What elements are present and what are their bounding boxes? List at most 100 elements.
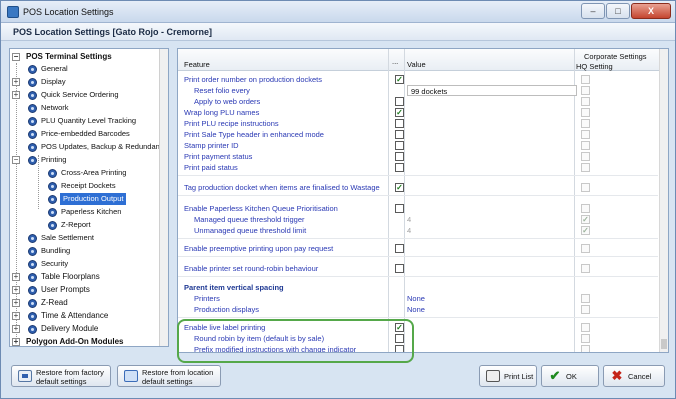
feature-label: Wrap long PLU names [184, 108, 260, 117]
grid-row: Print paid status [178, 162, 658, 173]
reset-folio-value-field[interactable]: 99 dockets [407, 85, 577, 96]
hq-setting-checkbox [581, 294, 590, 303]
gear-icon [48, 181, 57, 191]
grid-row: Enable Paperless Kitchen Queue Prioritis… [178, 203, 658, 214]
feature-label: Stamp printer ID [184, 141, 239, 150]
feature-label: Parent item vertical spacing [184, 283, 284, 292]
gear-icon [28, 129, 37, 139]
gear-icon [48, 168, 57, 178]
gear-icon [28, 77, 37, 87]
row-separator [178, 256, 658, 257]
pos-location-settings-window: POS Location Settings – □ X POS Location… [0, 0, 676, 399]
row-separator [178, 175, 658, 176]
checkmark-icon: ✔ [549, 368, 561, 383]
unmanaged-queue-threshold-value: 4 [407, 226, 412, 235]
cancel-button[interactable]: ✖ Cancel [603, 365, 665, 387]
gear-icon [28, 246, 37, 256]
feature-checkbox[interactable]: ✓ [395, 108, 404, 117]
button-label: Restore from factory default settings [36, 368, 104, 386]
feature-checkbox[interactable] [395, 244, 404, 253]
button-label: OK [566, 372, 577, 381]
grid-scrollbar[interactable] [659, 49, 668, 352]
feature-checkbox[interactable] [395, 141, 404, 150]
feature-label: Print paid status [184, 163, 238, 172]
hq-setting-checkbox [581, 75, 590, 84]
hq-setting-checkbox [581, 130, 590, 139]
print-list-button[interactable]: Print List [479, 365, 537, 387]
restore-location-icon [124, 370, 138, 382]
restore-location-defaults-button[interactable]: Restore from location default settings [117, 365, 221, 387]
expand-icon[interactable]: + [12, 338, 20, 346]
feature-checkbox[interactable] [395, 97, 404, 106]
button-label: Print List [504, 372, 534, 381]
collapse-icon[interactable]: − [12, 53, 20, 61]
maximize-button[interactable]: □ [606, 3, 630, 19]
page-title: POS Location Settings [Gato Rojo - Cremo… [13, 27, 213, 37]
grid-header: Feature ... Value Corporate Settings HQ … [178, 49, 668, 71]
collapse-icon[interactable]: − [12, 156, 20, 164]
hq-setting-checkbox [581, 305, 590, 314]
settings-tree[interactable]: − POS Terminal Settings General + Displa… [9, 48, 169, 347]
app-icon [7, 6, 19, 18]
feature-checkbox[interactable] [395, 130, 404, 139]
printer-icon [486, 370, 500, 382]
feature-label: Production displays [194, 305, 260, 314]
scroll-thumb[interactable] [661, 339, 667, 349]
expand-icon[interactable]: + [12, 286, 20, 294]
feature-label: Apply to web orders [194, 97, 261, 106]
button-label: Cancel [628, 372, 652, 381]
printers-value[interactable]: None [407, 293, 425, 304]
feature-label: Printers [194, 294, 220, 303]
production-displays-value[interactable]: None [407, 304, 425, 315]
gear-icon [28, 116, 37, 126]
grid-row: Parent item vertical spacing [178, 282, 658, 293]
gear-icon [28, 155, 37, 165]
gear-icon [28, 233, 37, 243]
feature-checkbox[interactable]: ✓ [395, 75, 404, 84]
feature-label: Print PLU recipe instructions [184, 119, 279, 128]
expand-icon[interactable]: + [12, 273, 20, 281]
close-button[interactable]: X [631, 3, 671, 19]
hq-setting-checkbox [581, 97, 590, 106]
ok-button[interactable]: ✔ OK [541, 365, 599, 387]
gear-icon [28, 142, 37, 152]
minimize-button[interactable]: – [581, 3, 605, 19]
feature-checkbox[interactable] [395, 152, 404, 161]
feature-checkbox[interactable] [395, 163, 404, 172]
feature-label: Unmanaged queue threshold limit [194, 226, 307, 235]
expand-icon[interactable]: + [12, 78, 20, 86]
expand-icon[interactable]: + [12, 325, 20, 333]
grid-row: Apply to web orders [178, 96, 658, 107]
feature-label: Tag production docket when items are fin… [184, 183, 380, 192]
hq-setting-checkbox [581, 108, 590, 117]
hq-setting-checkbox [581, 334, 590, 343]
grid-row: Unmanaged queue threshold limit 4 ✓ [178, 225, 658, 236]
hq-setting-checkbox [581, 86, 590, 95]
feature-label: Managed queue threshold trigger [194, 215, 305, 224]
window-title: POS Location Settings [23, 7, 114, 17]
hq-setting-checkbox [581, 345, 590, 352]
feature-checkbox[interactable] [395, 264, 404, 273]
col-header-feature: Feature [184, 60, 210, 69]
feature-label: Enable Paperless Kitchen Queue Prioritis… [184, 204, 338, 213]
gear-icon [28, 259, 37, 269]
highlight-annotation [177, 319, 414, 363]
feature-checkbox[interactable]: ✓ [395, 183, 404, 192]
gear-icon [28, 324, 37, 334]
expand-icon[interactable]: + [12, 91, 20, 99]
gear-icon [28, 64, 37, 74]
hq-setting-checkbox [581, 183, 590, 192]
expand-icon[interactable]: + [12, 312, 20, 320]
gear-icon [48, 194, 57, 204]
grid-row: Managed queue threshold trigger 4 ✓ [178, 214, 658, 225]
hq-setting-checkbox [581, 204, 590, 213]
tree-scrollbar[interactable] [159, 49, 168, 346]
feature-label: Reset folio every [194, 86, 250, 95]
feature-checkbox[interactable] [395, 119, 404, 128]
expand-icon[interactable]: + [12, 299, 20, 307]
gear-icon [28, 272, 37, 282]
title-bar: POS Location Settings – □ X [1, 1, 675, 23]
restore-factory-defaults-button[interactable]: Restore from factory default settings [11, 365, 111, 387]
feature-checkbox[interactable] [395, 204, 404, 213]
gear-icon [28, 103, 37, 113]
